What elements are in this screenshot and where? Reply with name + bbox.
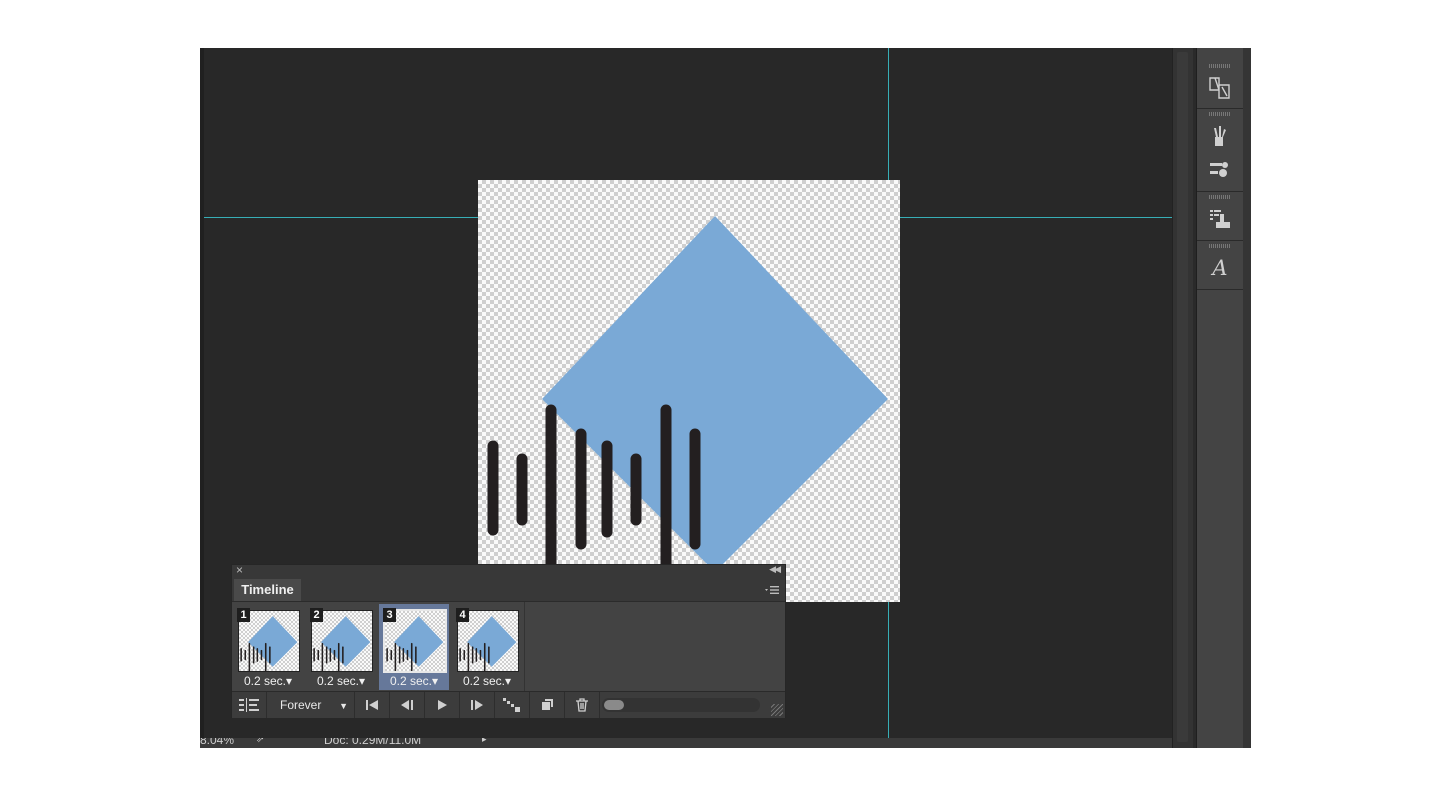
delete-frame-icon[interactable] <box>565 692 600 718</box>
blue-diamond <box>321 616 371 667</box>
loop-options-select[interactable]: Forever ▼ <box>268 692 355 718</box>
animation-frame[interactable]: 1 0.2 sec.▾ <box>233 604 303 690</box>
convert-to-video-timeline-icon[interactable] <box>232 692 267 718</box>
dropdown-arrow-icon: ▼ <box>339 701 348 711</box>
frame-delay[interactable]: 0.2 sec.▾ <box>379 673 449 690</box>
panel-grip[interactable] <box>1209 195 1231 199</box>
collapse-icon[interactable]: ◀◀ <box>769 564 781 575</box>
status-menu-arrow-icon[interactable]: ▸ <box>482 738 487 745</box>
frame-delay[interactable]: 0.2 sec.▾ <box>306 673 376 690</box>
frame-delay[interactable]: 0.2 sec.▾ <box>233 673 303 690</box>
clone-source-icon[interactable] <box>1201 154 1239 186</box>
zoom-level[interactable]: 8.04% <box>200 738 234 747</box>
panel-separator <box>1197 240 1243 241</box>
animation-frame[interactable]: 2 0.2 sec.▾ <box>306 604 376 690</box>
tab-timeline[interactable]: Timeline <box>234 579 301 601</box>
artwork <box>487 216 888 602</box>
timeline-tab-bar: Timeline <box>232 579 785 602</box>
blue-diamond <box>248 616 298 667</box>
play-icon[interactable] <box>425 692 460 718</box>
timeline-titlebar[interactable]: × ◀◀ <box>232 563 785 579</box>
actions-icon[interactable] <box>1201 203 1239 235</box>
frame-number: 2 <box>310 608 323 622</box>
collapsed-panels-dock: A <box>1196 48 1244 748</box>
frame-number: 4 <box>456 608 469 622</box>
animation-frame[interactable]: 4 0.2 sec.▾ <box>452 604 522 690</box>
blue-diamond <box>394 616 444 667</box>
previous-frame-icon[interactable] <box>390 692 425 718</box>
frames-strip: 1 0.2 sec.▾ 2 0.2 sec.▾ 3 0.2 sec.▾ 4 0.… <box>232 602 785 691</box>
panel-separator <box>1197 191 1243 192</box>
blue-diamond <box>467 616 517 667</box>
next-frame-icon[interactable] <box>460 692 495 718</box>
blue-diamond <box>542 216 888 572</box>
timeline-panel: × ◀◀ Timeline 1 0.2 sec.▾ 2 0.2 sec.▾ 3 … <box>231 563 786 718</box>
frame-number: 3 <box>383 608 396 622</box>
glyph-icon[interactable]: A <box>1201 252 1239 284</box>
panel-grip[interactable] <box>1209 244 1231 248</box>
timeline-zoom-slider[interactable] <box>602 698 760 712</box>
dock-edge <box>1243 48 1251 748</box>
close-icon[interactable]: × <box>236 563 243 577</box>
frame-number: 1 <box>237 608 250 622</box>
panel-separator <box>1197 108 1243 109</box>
paragraph-styles-icon[interactable] <box>1201 72 1239 104</box>
loop-value: Forever <box>280 698 322 712</box>
animation-frame[interactable]: 3 0.2 sec.▾ <box>379 604 449 690</box>
document-canvas[interactable] <box>478 180 900 602</box>
photoshop-window: A 8.04% ⇗ Doc: 0.29M/11.0M ▸ × ◀◀ Timeli… <box>200 48 1251 748</box>
duplicate-frame-icon[interactable] <box>530 692 565 718</box>
panel-menu-icon[interactable] <box>765 585 779 595</box>
panel-grip[interactable] <box>1209 64 1231 68</box>
share-icon[interactable]: ⇗ <box>256 738 264 745</box>
resize-grip-icon[interactable] <box>771 704 783 716</box>
doc-size: Doc: 0.29M/11.0M <box>324 738 422 747</box>
slider-knob[interactable] <box>604 700 624 710</box>
brush-presets-icon[interactable] <box>1201 120 1239 152</box>
panel-grip[interactable] <box>1209 112 1231 116</box>
status-bar: 8.04% ⇗ Doc: 0.29M/11.0M ▸ <box>200 738 1172 748</box>
frames-end-divider <box>524 602 525 691</box>
frame-delay[interactable]: 0.2 sec.▾ <box>452 673 522 690</box>
panel-separator <box>1197 289 1243 290</box>
glyph-letter: A <box>1212 256 1228 280</box>
vertical-scrollbar[interactable] <box>1172 48 1193 748</box>
timeline-toolbar: Forever ▼ <box>232 691 785 718</box>
tween-icon[interactable] <box>495 692 530 718</box>
scrollbar-thumb[interactable] <box>1177 52 1188 742</box>
first-frame-icon[interactable] <box>355 692 390 718</box>
